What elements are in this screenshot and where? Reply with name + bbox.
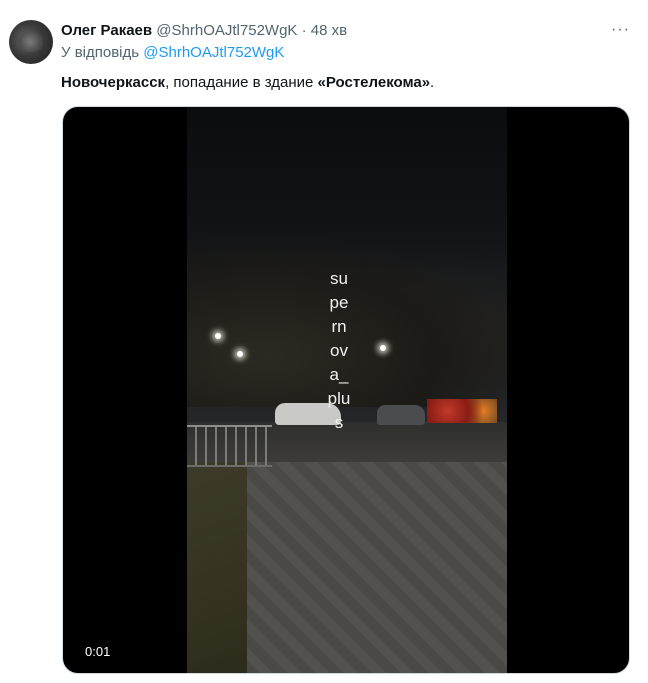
video-player[interactable]: supernova_plus 0:01 [62, 106, 630, 674]
separator: · [301, 22, 307, 39]
tweet-header: Олег Ракаев @ShrhOAJtl752WgK · 48 хв [61, 22, 347, 39]
tweet-text: Новочеркасск, попадание в здание «Ростел… [61, 74, 434, 91]
tweet-time[interactable]: 48 хв [311, 22, 347, 39]
reply-handle-link[interactable]: @ShrhOAJtl752WgK [143, 44, 284, 61]
street-lamp [237, 351, 243, 357]
more-horizontal-icon[interactable]: ··· [611, 21, 630, 39]
author-name[interactable]: Олег Ракаев [61, 22, 152, 39]
author-handle[interactable]: @ShrhOAJtl752WgK [156, 22, 297, 39]
video-watermark: supernova_plus [327, 269, 351, 432]
fire-truck-lights [427, 399, 497, 423]
pavement [247, 462, 507, 673]
avatar[interactable] [9, 20, 53, 64]
tweet-text-end: . [430, 74, 435, 91]
fence-railing [187, 425, 272, 467]
tweet-text-mid: , попадание в здание [165, 74, 318, 91]
tweet-text-bold-1: Новочеркасск [61, 74, 166, 91]
video-elapsed-time: 0:01 [85, 644, 111, 659]
reply-context: У відповідь @ShrhOAJtl752WgK [61, 44, 284, 61]
reply-prefix: У відповідь [61, 44, 140, 61]
street-lamp [215, 333, 221, 339]
tweet-text-bold-2: «Ростелекома» [317, 74, 431, 91]
dark-car [377, 405, 425, 425]
street-lamp [380, 345, 386, 351]
video-frame: supernova_plus [187, 107, 507, 673]
